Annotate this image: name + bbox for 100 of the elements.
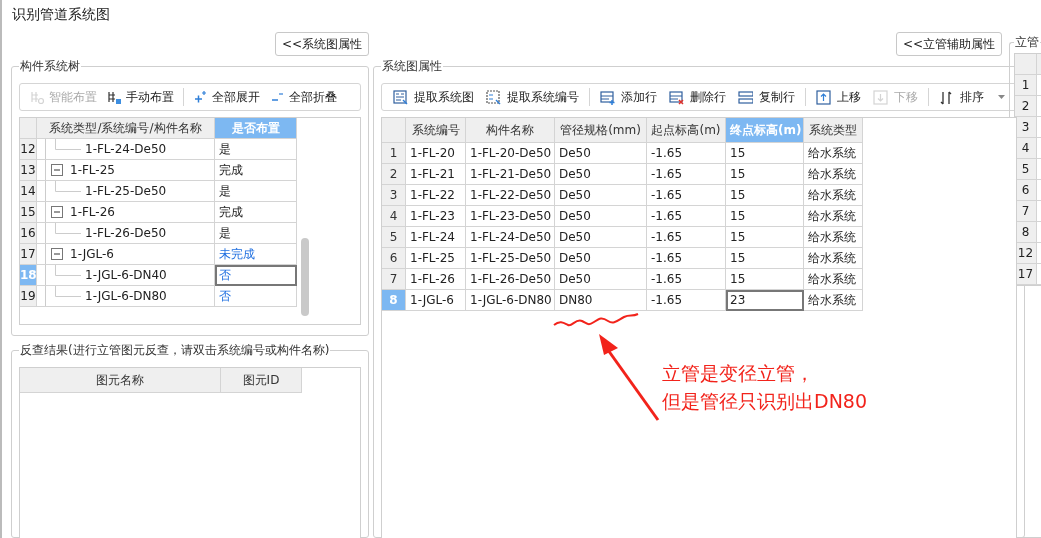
table-cell: De50 — [555, 164, 647, 185]
table-cell: De50 — [555, 269, 647, 290]
row-number: 7 — [1015, 201, 1037, 222]
table-cell: 1-JGL-6 — [406, 290, 466, 311]
group-title: 系统图属性 — [381, 58, 443, 75]
column-header[interactable]: 构件名称 — [466, 118, 555, 143]
collapse-icon[interactable] — [51, 206, 63, 218]
toolbar-button[interactable]: 手动布置 — [103, 86, 178, 108]
table-cell: 1-JGL-6-DN80 — [466, 290, 555, 311]
table-cell: 1-FL-20-De50 — [466, 143, 555, 164]
row-number: 8 — [1015, 222, 1037, 243]
table-cell: 给水系统 — [804, 164, 863, 185]
toolbar-button[interactable]: 全部展开 — [189, 86, 264, 108]
collapse-icon[interactable] — [51, 248, 63, 260]
row-number: 1 — [1015, 75, 1037, 96]
sort-icon — [939, 89, 954, 105]
table-cell: 15 — [726, 143, 804, 164]
toolbar-button[interactable]: 上移 — [811, 86, 866, 108]
table-cell: 给水系统 — [804, 227, 863, 248]
row-number: 8 — [382, 290, 406, 311]
scrollbar-thumb[interactable] — [301, 238, 309, 316]
table-cell: De50 — [555, 185, 647, 206]
row-number: 16 — [20, 223, 37, 244]
table-cell: 是 — [215, 181, 297, 202]
toolbar-button[interactable]: 删除行 — [664, 86, 731, 108]
column-header[interactable]: 系统编号 — [406, 118, 466, 143]
toolbar-button[interactable]: 全部折叠 — [266, 86, 341, 108]
table-cell: 15 — [726, 269, 804, 290]
table-cell: 完成 — [215, 202, 297, 223]
tree-item[interactable]: 1-FL-26 — [37, 202, 215, 223]
row-number: 4 — [1015, 138, 1037, 159]
list-number-icon — [486, 89, 501, 105]
toolbar-button[interactable]: 提取系统编号 — [481, 86, 584, 108]
grid-icon — [107, 89, 122, 105]
collapse-icon[interactable] — [51, 164, 63, 176]
add-row-icon — [600, 89, 615, 105]
row-number: 18 — [20, 265, 37, 286]
panel-toggle-button[interactable]: <<立管辅助属性 — [895, 32, 1002, 56]
table-cell: De50 — [555, 206, 647, 227]
table-cell: 1-FL-26 — [406, 269, 466, 290]
table-cell: -1.65 — [647, 143, 726, 164]
group-title: 构件系统树 — [19, 58, 81, 75]
group-title: 反查结果(进行立管图元反查，请双击系统编号或构件名称) — [19, 342, 331, 359]
table-cell: -1.65 — [647, 227, 726, 248]
table-cell: 给水系统 — [804, 143, 863, 164]
table-cell: 给水系统 — [804, 290, 863, 311]
table-cell: 未完成 — [215, 244, 297, 265]
row-number: 17 — [1015, 264, 1037, 285]
table-cell: 1-FL-24 — [406, 227, 466, 248]
table-cell: -1.65 — [647, 164, 726, 185]
tree-item[interactable]: 1-JGL-6-DN40 — [37, 265, 215, 286]
row-number: 6 — [1015, 180, 1037, 201]
row-number: 17 — [20, 244, 37, 265]
row-number: 3 — [382, 185, 406, 206]
tree-item[interactable]: 1-FL-24-De50 — [37, 139, 215, 160]
toolbar-button[interactable]: 添加行 — [595, 86, 662, 108]
table-cell: 是 — [215, 139, 297, 160]
tree-item[interactable]: 1-FL-26-De50 — [37, 223, 215, 244]
table-cell: 1-FL-25 — [406, 248, 466, 269]
row-number: 5 — [382, 227, 406, 248]
tree-item[interactable]: 1-JGL-6 — [37, 244, 215, 265]
tree-item[interactable]: 1-FL-25-De50 — [37, 181, 215, 202]
toolbar-button[interactable]: 复制行 — [733, 86, 800, 108]
table-cell: -1.65 — [647, 269, 726, 290]
grid-gear-icon — [30, 89, 45, 105]
toolbar-button[interactable]: 提取系统图 — [388, 86, 479, 108]
column-header[interactable]: 图元ID — [221, 368, 302, 393]
table-cell: 给水系统 — [804, 269, 863, 290]
table-cell: 给水系统 — [804, 248, 863, 269]
row-number: 13 — [20, 160, 37, 181]
table-cell: 15 — [726, 248, 804, 269]
table-cell: 1-FL-21 — [406, 164, 466, 185]
table-cell: 1-FL-25-De50 — [466, 248, 555, 269]
table-cell: De50 — [555, 248, 647, 269]
row-number: 6 — [382, 248, 406, 269]
table-cell: 15 — [726, 164, 804, 185]
panel-toggle-button[interactable]: <<系统图属性 — [274, 32, 369, 56]
tree-item[interactable]: 1-JGL-6-DN80 — [37, 286, 215, 307]
table-cell: 15 — [726, 206, 804, 227]
column-header[interactable]: 系统类型/系统编号/构件名称 — [37, 118, 215, 139]
column-header[interactable]: 图元名称 — [20, 368, 221, 393]
column-header[interactable]: 起点标高(m) — [647, 118, 726, 143]
caret-icon — [998, 95, 1005, 99]
table-cell: 1-FL-24-De50 — [466, 227, 555, 248]
table-cell: -1.65 — [647, 185, 726, 206]
row-number: 3 — [1015, 117, 1037, 138]
table-cell: DN80 — [555, 290, 647, 311]
column-header[interactable]: 系统类型 — [804, 118, 863, 143]
toolbar-button[interactable]: 排序 — [934, 86, 1010, 108]
table-cell: 否 — [215, 286, 297, 307]
column-header[interactable]: 管径规格(mm) — [555, 118, 647, 143]
tree-item[interactable]: 1-FL-25 — [37, 160, 215, 181]
table-cell: 1-FL-22-De50 — [466, 185, 555, 206]
group-title: 立管 — [1014, 34, 1040, 51]
table-cell: -1.65 — [647, 290, 726, 311]
delete-row-icon — [669, 89, 684, 105]
row-number: 2 — [1015, 96, 1037, 117]
table-cell: 23 — [726, 290, 804, 311]
row-number: 12 — [1015, 243, 1037, 264]
table-cell: 1-FL-23-De50 — [466, 206, 555, 227]
